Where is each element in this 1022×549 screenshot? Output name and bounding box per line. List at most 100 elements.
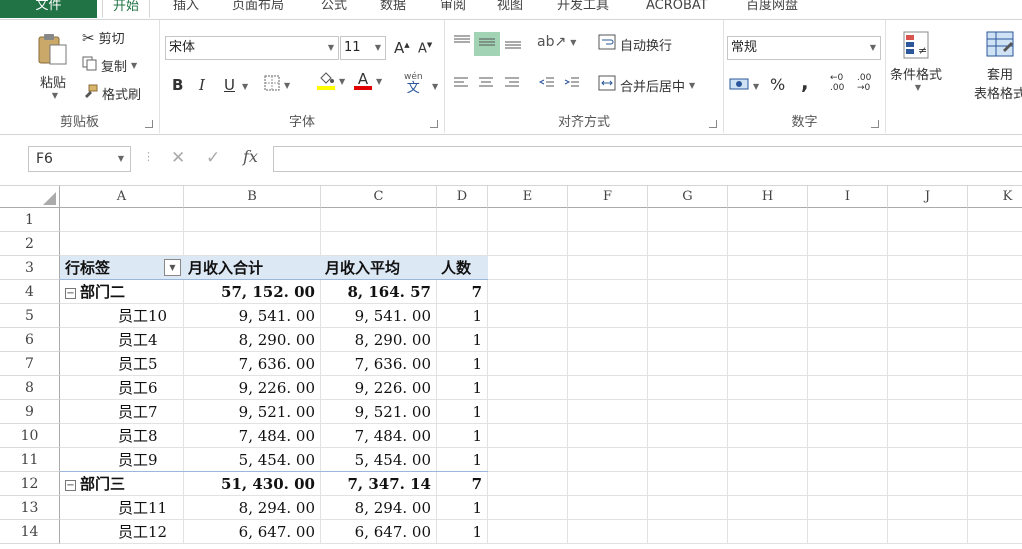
cell[interactable] — [488, 280, 568, 304]
cell[interactable] — [808, 496, 888, 520]
cell[interactable] — [648, 280, 728, 304]
pivot-item-label[interactable]: 员工6 — [60, 376, 184, 400]
cell[interactable] — [568, 376, 648, 400]
increase-decimal-button[interactable]: ←0 .00 — [830, 73, 852, 93]
row-header-8[interactable]: 8 — [0, 376, 60, 400]
accounting-format-button[interactable]: ▼ — [729, 76, 759, 96]
pivot-item-avg[interactable]: 6, 647. 00 — [321, 520, 437, 544]
number-format-select[interactable]: 常规 ▼ — [727, 36, 881, 60]
pivot-group-avg[interactable]: 7, 347. 14 — [321, 472, 437, 496]
orientation-dropdown-icon[interactable]: ▼ — [570, 38, 576, 47]
row-header-4[interactable]: 4 — [0, 280, 60, 304]
cell[interactable] — [728, 424, 808, 448]
fill-color-button[interactable]: ▼ — [317, 72, 345, 90]
cell[interactable] — [888, 424, 968, 448]
underline-button[interactable]: U — [224, 76, 235, 94]
wrap-text-button[interactable]: 自动换行 — [598, 34, 672, 54]
cell[interactable] — [648, 472, 728, 496]
align-middle-button[interactable] — [474, 32, 500, 56]
cell[interactable] — [568, 424, 648, 448]
pivot-group-sum[interactable]: 51, 430. 00 — [184, 472, 321, 496]
copy-dropdown-icon[interactable]: ▼ — [131, 61, 137, 70]
paste-dropdown-icon[interactable]: ▼ — [52, 91, 58, 100]
border-dropdown-icon[interactable]: ▼ — [284, 81, 290, 90]
cell[interactable] — [321, 232, 437, 256]
column-header-J[interactable]: J — [888, 186, 968, 208]
tab-data[interactable]: 数据 — [380, 0, 406, 18]
font-name-select[interactable]: 宋体 ▼ — [165, 36, 339, 60]
cell[interactable] — [728, 280, 808, 304]
cell[interactable] — [568, 304, 648, 328]
align-left-button[interactable] — [452, 76, 470, 94]
cell[interactable] — [568, 232, 648, 256]
font-color-dropdown-icon[interactable]: ▼ — [376, 77, 382, 86]
cell[interactable] — [184, 232, 321, 256]
cell[interactable] — [488, 352, 568, 376]
row-header-7[interactable]: 7 — [0, 352, 60, 376]
increase-font-button[interactable]: A▲ — [394, 39, 410, 57]
cell[interactable] — [808, 232, 888, 256]
cell[interactable] — [808, 472, 888, 496]
confirm-icon[interactable]: ✓ — [206, 148, 220, 168]
align-top-button[interactable] — [452, 34, 472, 54]
pivot-item-sum[interactable]: 9, 226. 00 — [184, 376, 321, 400]
cell[interactable] — [437, 232, 488, 256]
phonetic-dropdown-icon[interactable]: ▼ — [432, 82, 438, 91]
cell[interactable] — [968, 520, 1022, 544]
cell[interactable] — [808, 304, 888, 328]
cell[interactable] — [648, 520, 728, 544]
pivot-item-sum[interactable]: 9, 521. 00 — [184, 400, 321, 424]
pivot-item-count[interactable]: 1 — [437, 424, 488, 448]
pivot-group-sum[interactable]: 57, 152. 00 — [184, 280, 321, 304]
pivot-item-sum[interactable]: 9, 541. 00 — [184, 304, 321, 328]
tab-acrobat[interactable]: ACROBAT — [646, 0, 708, 18]
cell[interactable] — [648, 208, 728, 232]
cell[interactable] — [808, 208, 888, 232]
cell[interactable] — [888, 472, 968, 496]
cell[interactable] — [968, 280, 1022, 304]
column-header-I[interactable]: I — [808, 186, 888, 208]
tab-view[interactable]: 视图 — [497, 0, 523, 18]
pivot-item-sum[interactable]: 8, 290. 00 — [184, 328, 321, 352]
fill-dropdown-icon[interactable]: ▼ — [339, 77, 345, 86]
accounting-dropdown-icon[interactable]: ▼ — [753, 82, 759, 91]
pivot-item-label[interactable]: 员工4 — [60, 328, 184, 352]
row-header-10[interactable]: 10 — [0, 424, 60, 448]
cell[interactable] — [60, 208, 184, 232]
cell[interactable] — [968, 496, 1022, 520]
pivot-item-count[interactable]: 1 — [437, 352, 488, 376]
pivot-item-label[interactable]: 员工5 — [60, 352, 184, 376]
number-launcher-icon[interactable] — [871, 120, 879, 128]
pivot-item-avg[interactable]: 9, 541. 00 — [321, 304, 437, 328]
cell[interactable] — [808, 256, 888, 280]
cell[interactable] — [488, 448, 568, 472]
cell[interactable] — [488, 304, 568, 328]
row-header-3[interactable]: 3 — [0, 256, 60, 280]
row-header-5[interactable]: 5 — [0, 304, 60, 328]
cell[interactable] — [888, 448, 968, 472]
tab-page-layout[interactable]: 页面布局 — [232, 0, 284, 18]
tab-developer[interactable]: 开发工具 — [557, 0, 609, 18]
merge-center-button[interactable]: 合并后居中 ▼ — [598, 75, 695, 95]
font-launcher-icon[interactable] — [430, 120, 438, 128]
cell[interactable] — [968, 448, 1022, 472]
row-header-11[interactable]: 11 — [0, 448, 60, 472]
row-header-6[interactable]: 6 — [0, 328, 60, 352]
pivot-item-avg[interactable]: 8, 294. 00 — [321, 496, 437, 520]
column-header-G[interactable]: G — [648, 186, 728, 208]
pivot-group-avg[interactable]: 8, 164. 57 — [321, 280, 437, 304]
cell[interactable] — [968, 328, 1022, 352]
font-size-select[interactable]: 11 ▼ — [340, 36, 386, 60]
cell[interactable] — [488, 376, 568, 400]
cell[interactable] — [568, 256, 648, 280]
pivot-item-count[interactable]: 1 — [437, 328, 488, 352]
cell[interactable] — [728, 520, 808, 544]
underline-dropdown-icon[interactable]: ▼ — [242, 82, 248, 91]
pivot-item-sum[interactable]: 7, 636. 00 — [184, 352, 321, 376]
cell[interactable] — [648, 448, 728, 472]
pivot-item-avg[interactable]: 9, 521. 00 — [321, 400, 437, 424]
clipboard-launcher-icon[interactable] — [145, 120, 153, 128]
cell[interactable] — [728, 208, 808, 232]
orientation-button[interactable]: ab↗ ▼ — [537, 34, 576, 50]
row-header-2[interactable]: 2 — [0, 232, 60, 256]
